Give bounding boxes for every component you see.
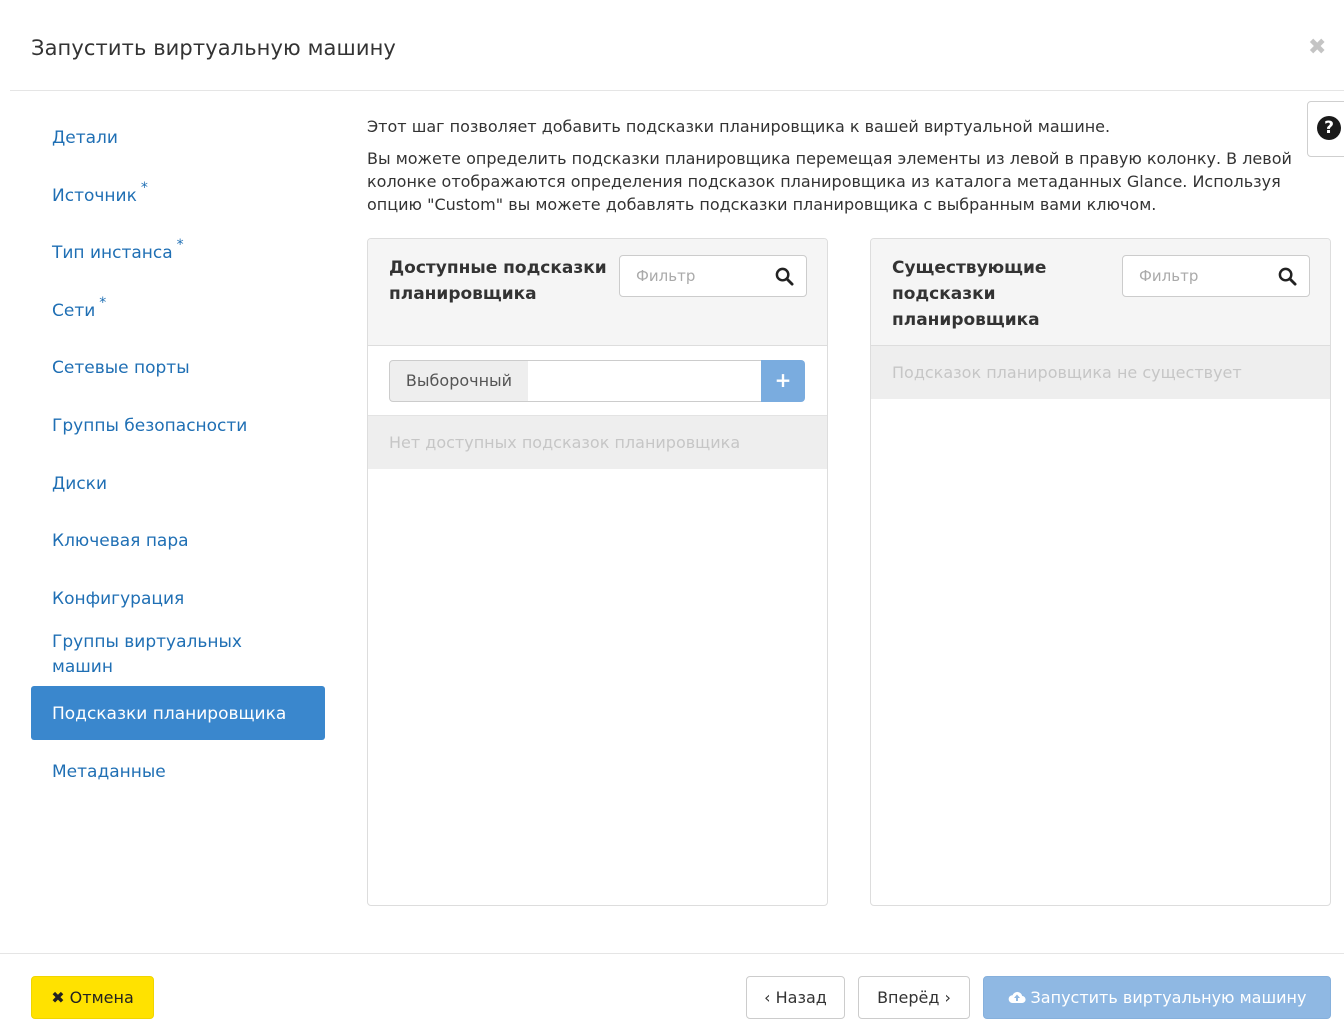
- close-icon: ✖: [51, 988, 65, 1007]
- step-label: Тип инстанса: [52, 243, 173, 264]
- header-divider: [10, 90, 1344, 91]
- step-label: Детали: [52, 128, 118, 148]
- step-label: Сетевые порты: [52, 358, 190, 379]
- required-marker: *: [176, 237, 184, 254]
- step-label: Подсказки планировщика: [52, 703, 287, 724]
- step-disks[interactable]: Диски: [31, 456, 325, 510]
- step-server-groups[interactable]: Группы виртуальных машин: [31, 628, 281, 682]
- footer-divider: [0, 953, 1344, 954]
- step-label: Ключевая пара: [52, 531, 189, 552]
- step-metadata[interactable]: Метаданные: [31, 744, 325, 798]
- filter-box: [1122, 255, 1310, 297]
- launch-label: Запустить виртуальную машину: [1030, 988, 1307, 1007]
- step-label: Группы виртуальных машин: [52, 632, 242, 678]
- step-label: Группы безопасности: [52, 415, 248, 436]
- launch-instance-button[interactable]: Запустить виртуальную машину: [983, 976, 1331, 1019]
- panel-title: Доступные подсказки планировщика: [389, 258, 607, 304]
- custom-hint-row: Выборочный +: [368, 346, 827, 416]
- description-details: Вы можете определить подсказки планировщ…: [367, 149, 1292, 214]
- step-configuration[interactable]: Конфигурация: [31, 571, 325, 625]
- step-label: Метаданные: [52, 761, 166, 782]
- description-intro: Этот шаг позволяет добавить подсказки пл…: [367, 117, 1111, 136]
- question-circle-icon: ?: [1317, 116, 1341, 140]
- required-marker: *: [99, 294, 107, 311]
- panel-header: Доступные подсказки планировщика: [368, 239, 827, 346]
- step-networks[interactable]: Сети *: [31, 283, 325, 337]
- required-marker: *: [140, 179, 148, 196]
- step-source[interactable]: Источник *: [31, 168, 325, 222]
- filter-input[interactable]: [1137, 266, 1267, 286]
- available-hints-panel: Доступные подсказки планировщика Выбороч…: [367, 238, 828, 906]
- step-label: Диски: [52, 473, 107, 494]
- step-security-groups[interactable]: Группы безопасности: [31, 398, 325, 452]
- empty-message: Нет доступных подсказок планировщика: [368, 416, 827, 469]
- search-icon: [1278, 267, 1297, 286]
- step-flavor[interactable]: Тип инстанса *: [31, 225, 325, 279]
- modal-title: Запустить виртуальную машину: [31, 36, 396, 60]
- custom-label: Выборочный: [389, 360, 529, 402]
- custom-hint-input[interactable]: [528, 360, 762, 402]
- step-details[interactable]: Детали: [31, 110, 325, 164]
- panel-title: Существующие подсказки планировщика: [892, 258, 1047, 330]
- add-custom-hint-button[interactable]: +: [761, 360, 805, 402]
- step-description: Этот шаг позволяет добавить подсказки пл…: [367, 115, 1302, 216]
- next-button[interactable]: Вперёд ›: [858, 976, 970, 1019]
- search-icon: [775, 267, 794, 286]
- close-icon[interactable]: ✖: [1308, 35, 1326, 60]
- step-label: Конфигурация: [52, 588, 185, 609]
- help-button[interactable]: ?: [1307, 101, 1344, 157]
- step-label: Сети: [52, 300, 96, 321]
- filter-input[interactable]: [634, 266, 764, 286]
- step-label: Источник: [52, 185, 137, 206]
- panel-header: Существующие подсказки планировщика: [871, 239, 1330, 346]
- step-network-ports[interactable]: Сетевые порты: [31, 340, 325, 394]
- step-scheduler-hints[interactable]: Подсказки планировщика: [31, 685, 325, 740]
- cancel-label: Отмена: [69, 988, 134, 1007]
- empty-message: Подсказок планировщика не существует: [871, 346, 1330, 399]
- wizard-step-nav: Детали Источник * Тип инстанса * Сети * Сет…: [31, 110, 325, 801]
- cancel-button[interactable]: ✖ Отмена: [31, 976, 154, 1019]
- filter-box: [619, 255, 807, 297]
- step-key-pair[interactable]: Ключевая пара: [31, 513, 325, 567]
- existing-hints-panel: Существующие подсказки планировщика Подс…: [870, 238, 1331, 906]
- cloud-upload-icon: [1008, 991, 1026, 1004]
- back-button[interactable]: ‹ Назад: [746, 976, 845, 1019]
